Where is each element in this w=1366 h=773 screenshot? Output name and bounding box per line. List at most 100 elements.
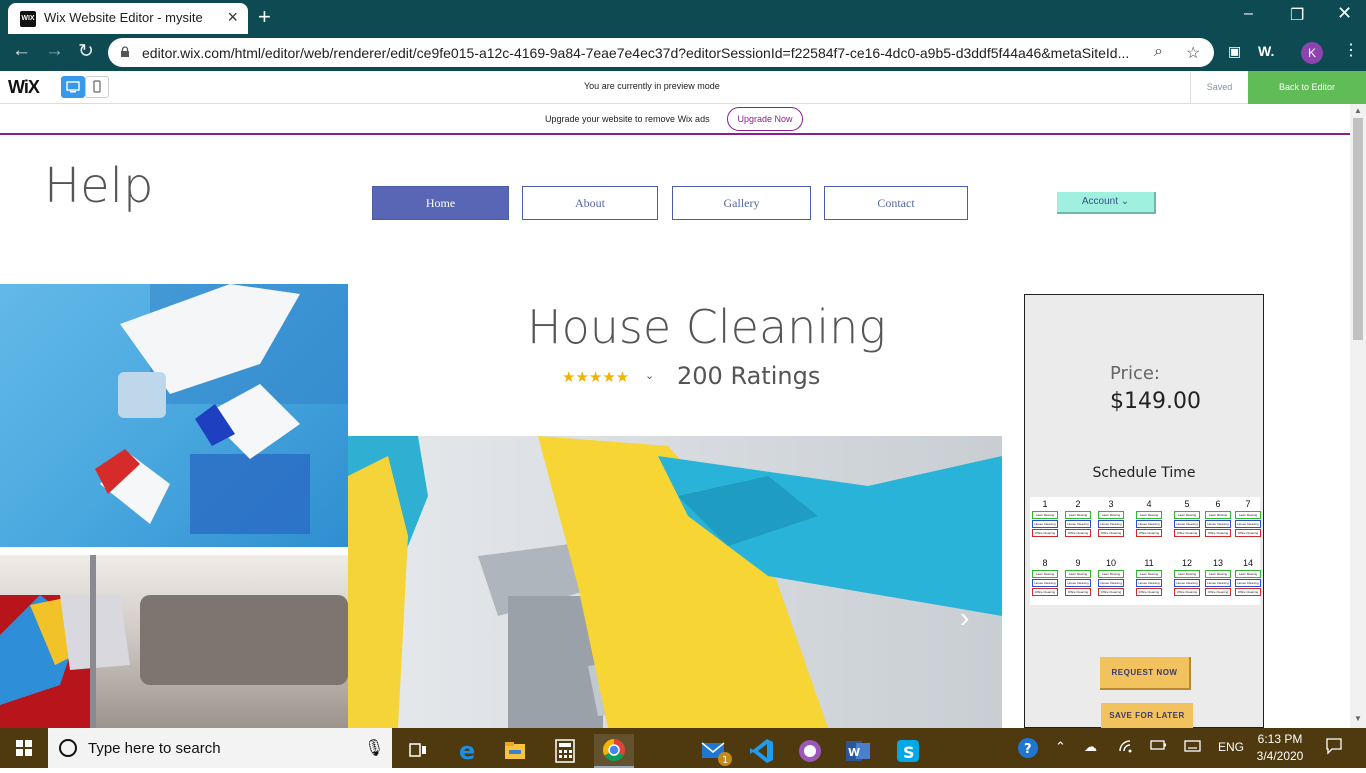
calendar-day[interactable]: 13 Lawn Mowing House Cleaning Office Cle… xyxy=(1205,557,1231,596)
skype-icon[interactable]: S xyxy=(888,734,928,768)
calendar-day[interactable]: 4 Lawn Mowing House Cleaning Office Clea… xyxy=(1136,498,1162,537)
address-bar[interactable]: editor.wix.com/html/editor/web/renderer/… xyxy=(108,38,1214,67)
calendar-day[interactable]: 2 Lawn Mowing House Cleaning Office Clea… xyxy=(1065,498,1091,537)
slot-lawn-mowing[interactable]: Lawn Mowing xyxy=(1205,511,1231,519)
mail-icon[interactable]: 1 xyxy=(695,734,735,768)
slot-lawn-mowing[interactable]: Lawn Mowing xyxy=(1032,570,1058,578)
notifications-icon[interactable] xyxy=(1325,737,1343,758)
file-explorer-icon[interactable] xyxy=(495,734,535,768)
slot-house-cleaning[interactable]: House Cleaning xyxy=(1235,520,1261,528)
windows-start-icon[interactable] xyxy=(0,728,48,768)
forward-arrow-icon[interactable]: → xyxy=(45,40,64,62)
slot-office-cleaning[interactable]: Office Cleaning xyxy=(1235,588,1261,596)
request-now-button[interactable]: REQUEST NOW xyxy=(1100,657,1191,690)
rating-stars[interactable]: ★★★★★ xyxy=(562,368,629,386)
slot-house-cleaning[interactable]: House Cleaning xyxy=(1174,579,1200,587)
calendar-day[interactable]: 14 Lawn Mowing House Cleaning Office Cle… xyxy=(1235,557,1261,596)
slot-office-cleaning[interactable]: Office Cleaning xyxy=(1032,588,1058,596)
calendar-day[interactable]: 8 Lawn Mowing House Cleaning Office Clea… xyxy=(1032,557,1058,596)
restore-icon[interactable]: ❐ xyxy=(1290,5,1304,25)
slot-house-cleaning[interactable]: House Cleaning xyxy=(1136,579,1162,587)
onedrive-cloud-icon[interactable]: ☁ xyxy=(1084,739,1097,755)
browser-tab[interactable]: WIX Wix Website Editor - mysite × xyxy=(8,3,248,34)
mobile-view-icon[interactable] xyxy=(85,76,109,98)
slot-house-cleaning[interactable]: House Cleaning xyxy=(1032,520,1058,528)
slot-office-cleaning[interactable]: Office Cleaning xyxy=(1174,529,1200,537)
window-close-icon[interactable]: ✕ xyxy=(1337,3,1352,24)
bookmark-star-icon[interactable]: ☆ xyxy=(1186,43,1200,63)
nav-home[interactable]: Home xyxy=(372,186,509,220)
calendar-day[interactable]: 6 Lawn Mowing House Cleaning Office Clea… xyxy=(1205,498,1231,537)
calendar-day[interactable]: 1 Lawn Mowing House Cleaning Office Clea… xyxy=(1032,498,1058,537)
back-to-editor-button[interactable]: Back to Editor xyxy=(1248,71,1366,104)
slot-house-cleaning[interactable]: House Cleaning xyxy=(1098,520,1124,528)
slot-office-cleaning[interactable]: Office Cleaning xyxy=(1065,588,1091,596)
slot-house-cleaning[interactable]: House Cleaning xyxy=(1065,520,1091,528)
taskbar-search-input[interactable]: Type here to search 🎙 xyxy=(48,728,392,768)
help-icon[interactable]: ? xyxy=(1017,736,1043,763)
slot-office-cleaning[interactable]: Office Cleaning xyxy=(1136,529,1162,537)
slider-next-arrow-icon[interactable]: › xyxy=(960,602,969,634)
back-arrow-icon[interactable]: ← xyxy=(12,40,31,62)
slot-lawn-mowing[interactable]: Lawn Mowing xyxy=(1032,511,1058,519)
slot-office-cleaning[interactable]: Office Cleaning xyxy=(1098,588,1124,596)
account-dropdown[interactable]: Account ⌄ xyxy=(1057,192,1156,214)
slot-office-cleaning[interactable]: Office Cleaning xyxy=(1098,529,1124,537)
word-icon[interactable]: W xyxy=(838,734,878,768)
slot-office-cleaning[interactable]: Office Cleaning xyxy=(1235,529,1261,537)
slot-office-cleaning[interactable]: Office Cleaning xyxy=(1205,588,1231,596)
scroll-thumb[interactable] xyxy=(1353,118,1363,340)
language-indicator[interactable]: ENG xyxy=(1218,740,1244,754)
nav-about[interactable]: About xyxy=(522,186,658,220)
slot-house-cleaning[interactable]: House Cleaning xyxy=(1065,579,1091,587)
chevron-down-icon[interactable]: ⌄ xyxy=(645,369,654,382)
calendar-day[interactable]: 5 Lawn Mowing House Cleaning Office Clea… xyxy=(1174,498,1200,537)
slot-office-cleaning[interactable]: Office Cleaning xyxy=(1136,588,1162,596)
chrome-icon[interactable] xyxy=(594,734,634,768)
cast-icon[interactable]: ▣ xyxy=(1228,43,1241,60)
slot-house-cleaning[interactable]: House Cleaning xyxy=(1205,520,1231,528)
calendar-day[interactable]: 9 Lawn Mowing House Cleaning Office Clea… xyxy=(1065,557,1091,596)
microphone-icon[interactable]: 🎙 xyxy=(364,738,384,758)
zoom-search-icon[interactable]: ⌕ xyxy=(1154,43,1163,61)
slot-lawn-mowing[interactable]: Lawn Mowing xyxy=(1136,511,1162,519)
reload-icon[interactable]: ↻ xyxy=(78,40,94,63)
new-tab-button[interactable]: + xyxy=(258,4,271,30)
scroll-down-icon[interactable]: ▼ xyxy=(1354,714,1362,723)
vscode-icon[interactable] xyxy=(742,734,782,768)
desktop-view-icon[interactable] xyxy=(61,76,85,98)
slot-lawn-mowing[interactable]: Lawn Mowing xyxy=(1174,511,1200,519)
slot-lawn-mowing[interactable]: Lawn Mowing xyxy=(1098,570,1124,578)
wifi-icon[interactable] xyxy=(1118,739,1134,756)
slot-house-cleaning[interactable]: House Cleaning xyxy=(1174,520,1200,528)
upgrade-now-button[interactable]: Upgrade Now xyxy=(727,107,803,131)
slot-lawn-mowing[interactable]: Lawn Mowing xyxy=(1065,511,1091,519)
profile-avatar[interactable]: K xyxy=(1301,42,1323,64)
slot-lawn-mowing[interactable]: Lawn Mowing xyxy=(1235,511,1261,519)
system-clock[interactable]: 6:13 PM 3/4/2020 xyxy=(1254,731,1306,765)
slot-office-cleaning[interactable]: Office Cleaning xyxy=(1065,529,1091,537)
slot-lawn-mowing[interactable]: Lawn Mowing xyxy=(1174,570,1200,578)
slot-office-cleaning[interactable]: Office Cleaning xyxy=(1174,588,1200,596)
edge-icon[interactable]: e xyxy=(448,734,488,768)
slot-house-cleaning[interactable]: House Cleaning xyxy=(1205,579,1231,587)
menu-kebab-icon[interactable]: ⋮ xyxy=(1343,40,1359,60)
save-for-later-button[interactable]: SAVE FOR LATER xyxy=(1101,703,1193,728)
calendar-day[interactable]: 10 Lawn Mowing House Cleaning Office Cle… xyxy=(1098,557,1124,596)
calculator-icon[interactable] xyxy=(545,734,585,768)
github-desktop-icon[interactable] xyxy=(790,734,830,768)
show-hidden-icons-chevron[interactable]: ⌃ xyxy=(1055,739,1066,755)
wix-extension-icon[interactable]: W. xyxy=(1258,43,1274,59)
scroll-up-icon[interactable]: ▲ xyxy=(1354,106,1362,115)
nav-contact[interactable]: Contact xyxy=(824,186,968,220)
tab-close-icon[interactable]: × xyxy=(227,7,238,28)
slot-house-cleaning[interactable]: House Cleaning xyxy=(1136,520,1162,528)
slot-house-cleaning[interactable]: House Cleaning xyxy=(1235,579,1261,587)
slot-lawn-mowing[interactable]: Lawn Mowing xyxy=(1136,570,1162,578)
slot-office-cleaning[interactable]: Office Cleaning xyxy=(1032,529,1058,537)
calendar-day[interactable]: 3 Lawn Mowing House Cleaning Office Clea… xyxy=(1098,498,1124,537)
slot-house-cleaning[interactable]: House Cleaning xyxy=(1098,579,1124,587)
page-scrollbar[interactable]: ▲ ▼ xyxy=(1350,104,1366,728)
slot-lawn-mowing[interactable]: Lawn Mowing xyxy=(1235,570,1261,578)
slot-office-cleaning[interactable]: Office Cleaning xyxy=(1205,529,1231,537)
